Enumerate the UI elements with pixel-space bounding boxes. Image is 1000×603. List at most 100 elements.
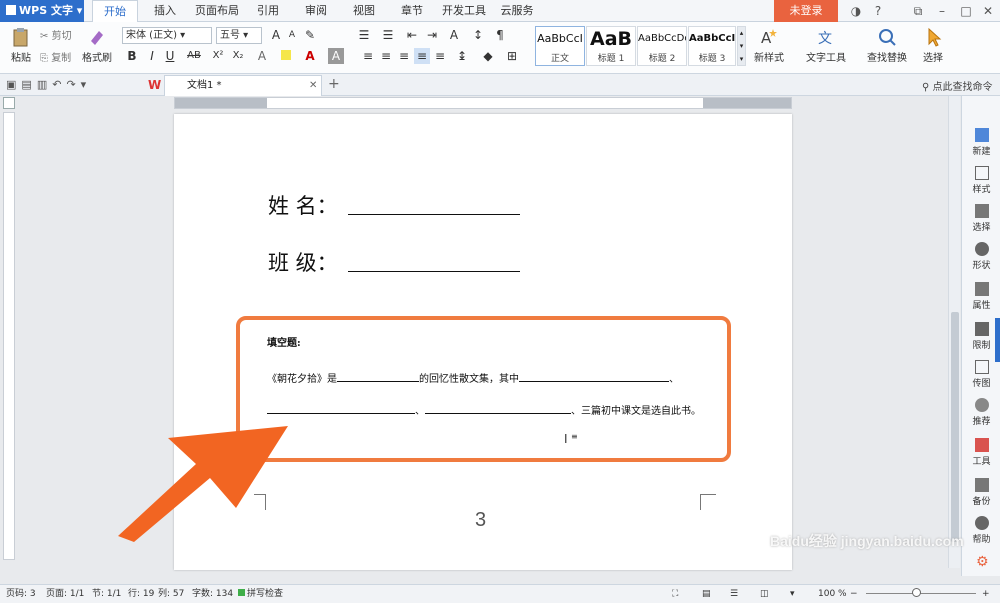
print-icon[interactable]: ▥ (37, 78, 52, 91)
line-spacing-icon[interactable]: ↨ (454, 48, 470, 64)
view-page-icon[interactable]: ▤ (702, 585, 711, 603)
panel-properties[interactable]: 属性 (962, 282, 1000, 311)
cut-button[interactable]: ✂ 剪切 (40, 27, 72, 42)
panel-style[interactable]: 样式 (962, 166, 1000, 195)
tab-references[interactable]: 引用 (252, 0, 284, 22)
increase-indent-icon[interactable]: ⇥ (424, 27, 440, 43)
border-icon[interactable]: ⊞ (504, 48, 520, 64)
style-name: 正文 (550, 54, 569, 64)
tab-developer[interactable]: 开发工具 (440, 0, 488, 22)
style-heading-2[interactable]: AaBbCcDd 标题 2 (637, 26, 687, 66)
spell-check-toggle[interactable]: 拼写检查 (238, 585, 283, 603)
char-shading-button[interactable]: A (328, 48, 344, 64)
backup-icon (974, 478, 989, 492)
command-search[interactable]: ⚲ 点此查找命令 (922, 78, 993, 93)
panel-backup[interactable]: 备份 (962, 478, 1000, 507)
zoom-slider[interactable] (866, 593, 976, 594)
panel-select[interactable]: 选择 (962, 204, 1000, 233)
document-tab[interactable]: 文档1 * ✕ (164, 75, 322, 96)
panel-new[interactable]: 新建 (962, 128, 1000, 157)
align-center-icon[interactable]: ≡ (378, 48, 394, 64)
tab-view[interactable]: 视图 (348, 0, 380, 22)
panel-upload-image[interactable]: 传图 (962, 360, 1000, 389)
zoom-level[interactable]: 100 % (818, 585, 847, 603)
font-name-select[interactable]: 宋体 (正文) ▾ (122, 27, 212, 44)
shrink-font-button[interactable]: A (284, 27, 300, 43)
view-outline-icon[interactable]: ☰ (730, 585, 738, 603)
styles-scroll[interactable]: ▴ ▾ ▾ (737, 26, 746, 66)
view-web-icon[interactable]: ◫ (760, 585, 769, 603)
wps-home-icon[interactable]: W (148, 78, 161, 92)
ruler-corner[interactable] (3, 97, 15, 109)
view-fullscreen-icon[interactable]: ⛶ (672, 585, 678, 603)
grow-font-button[interactable]: A (268, 27, 284, 43)
zoom-dropdown[interactable]: ▾ (790, 585, 795, 603)
distribute-icon[interactable]: ≡ (432, 48, 448, 64)
dropdown-icon[interactable]: ▾ (81, 78, 92, 91)
tab-review[interactable]: 审阅 (300, 0, 332, 22)
sort-icon[interactable]: ↕ (470, 27, 486, 43)
style-heading-1[interactable]: AaB 标题 1 (586, 26, 636, 66)
shading-icon[interactable]: ◆ (480, 48, 496, 64)
panel-help[interactable]: 帮助 (962, 516, 1000, 545)
italic-button[interactable]: I (144, 48, 160, 64)
tab-home[interactable]: 开始 (92, 0, 138, 22)
close-icon[interactable]: ✕ (974, 0, 1000, 22)
decrease-indent-icon[interactable]: ⇤ (404, 27, 420, 43)
bullet-list-icon[interactable]: ☰ (356, 27, 372, 43)
save-icon[interactable]: ▤ (21, 78, 36, 91)
text-effect-button[interactable]: A (254, 48, 270, 64)
tab-page-layout[interactable]: 页面布局 (193, 0, 241, 22)
chinese-layout-icon[interactable]: A (446, 27, 462, 43)
bold-button[interactable]: B (124, 48, 140, 64)
help-icon[interactable]: ? (864, 0, 892, 22)
zoom-slider-thumb[interactable] (912, 588, 921, 597)
scrollbar-thumb[interactable] (951, 312, 959, 542)
panel-recommend[interactable]: 推荐 (962, 398, 1000, 427)
clear-format-button[interactable]: ✎ (302, 27, 318, 43)
paste-button[interactable]: 粘贴 (6, 27, 36, 64)
panel-tools[interactable]: 工具 (962, 438, 1000, 467)
login-button[interactable]: 未登录 (774, 0, 838, 22)
highlight-button[interactable] (278, 48, 294, 64)
text-tools-button[interactable]: 文 文字工具 (800, 27, 852, 64)
app-menu-button[interactable]: WPS 文字 ▾ (0, 0, 84, 22)
copy-button[interactable]: ⎘ 复制 (40, 49, 71, 64)
show-marks-icon[interactable]: ¶ (492, 27, 508, 43)
settings-gear-icon[interactable]: ⚙ (976, 554, 989, 570)
subscript-button[interactable]: X₂ (230, 48, 246, 64)
new-tab-icon[interactable]: + (328, 76, 340, 92)
zoom-out-icon[interactable]: − (850, 585, 858, 603)
align-left-icon[interactable]: ≡ (360, 48, 376, 64)
horizontal-ruler[interactable] (174, 97, 792, 109)
undo-icon[interactable]: ↶ (52, 78, 66, 91)
zoom-in-icon[interactable]: + (982, 585, 990, 603)
strikethrough-button[interactable]: AB (186, 48, 202, 64)
select-button[interactable]: 选择 (916, 27, 950, 64)
underline-button[interactable]: U (162, 48, 178, 64)
open-icon[interactable]: ▣ (6, 78, 21, 91)
tab-close-icon[interactable]: ✕ (309, 76, 317, 96)
status-chars[interactable]: 字数: 134 (192, 585, 233, 603)
font-size-select[interactable]: 五号 ▾ (216, 27, 262, 44)
format-painter-button[interactable]: 格式刷 (80, 27, 114, 64)
numbered-list-icon[interactable]: ☰ (380, 27, 396, 43)
style-heading-3[interactable]: AaBbCcI 标题 3 (688, 26, 736, 66)
find-replace-button[interactable]: 查找替换 (862, 27, 912, 64)
style-normal[interactable]: AaBbCcI 正文 (535, 26, 585, 66)
panel-shape[interactable]: 形状 (962, 242, 1000, 271)
font-color-button[interactable]: A (302, 48, 318, 64)
justify-icon[interactable]: ≡ (414, 48, 430, 64)
tab-chapter[interactable]: 章节 (396, 0, 428, 22)
align-right-icon[interactable]: ≡ (396, 48, 412, 64)
superscript-button[interactable]: X² (210, 48, 226, 64)
vertical-ruler[interactable] (3, 112, 15, 560)
highlighter-icon (281, 50, 291, 60)
tab-cloud[interactable]: 云服务 (498, 0, 536, 22)
new-style-button[interactable]: A 新样式 (750, 27, 788, 64)
tab-insert[interactable]: 插入 (148, 0, 182, 22)
redo-icon[interactable]: ↷ (66, 78, 80, 91)
quick-access-icons[interactable]: ▣▤▥↶↷▾ (6, 78, 91, 91)
panel-collapse-handle[interactable] (995, 318, 1000, 362)
vertical-scrollbar[interactable] (948, 96, 960, 568)
